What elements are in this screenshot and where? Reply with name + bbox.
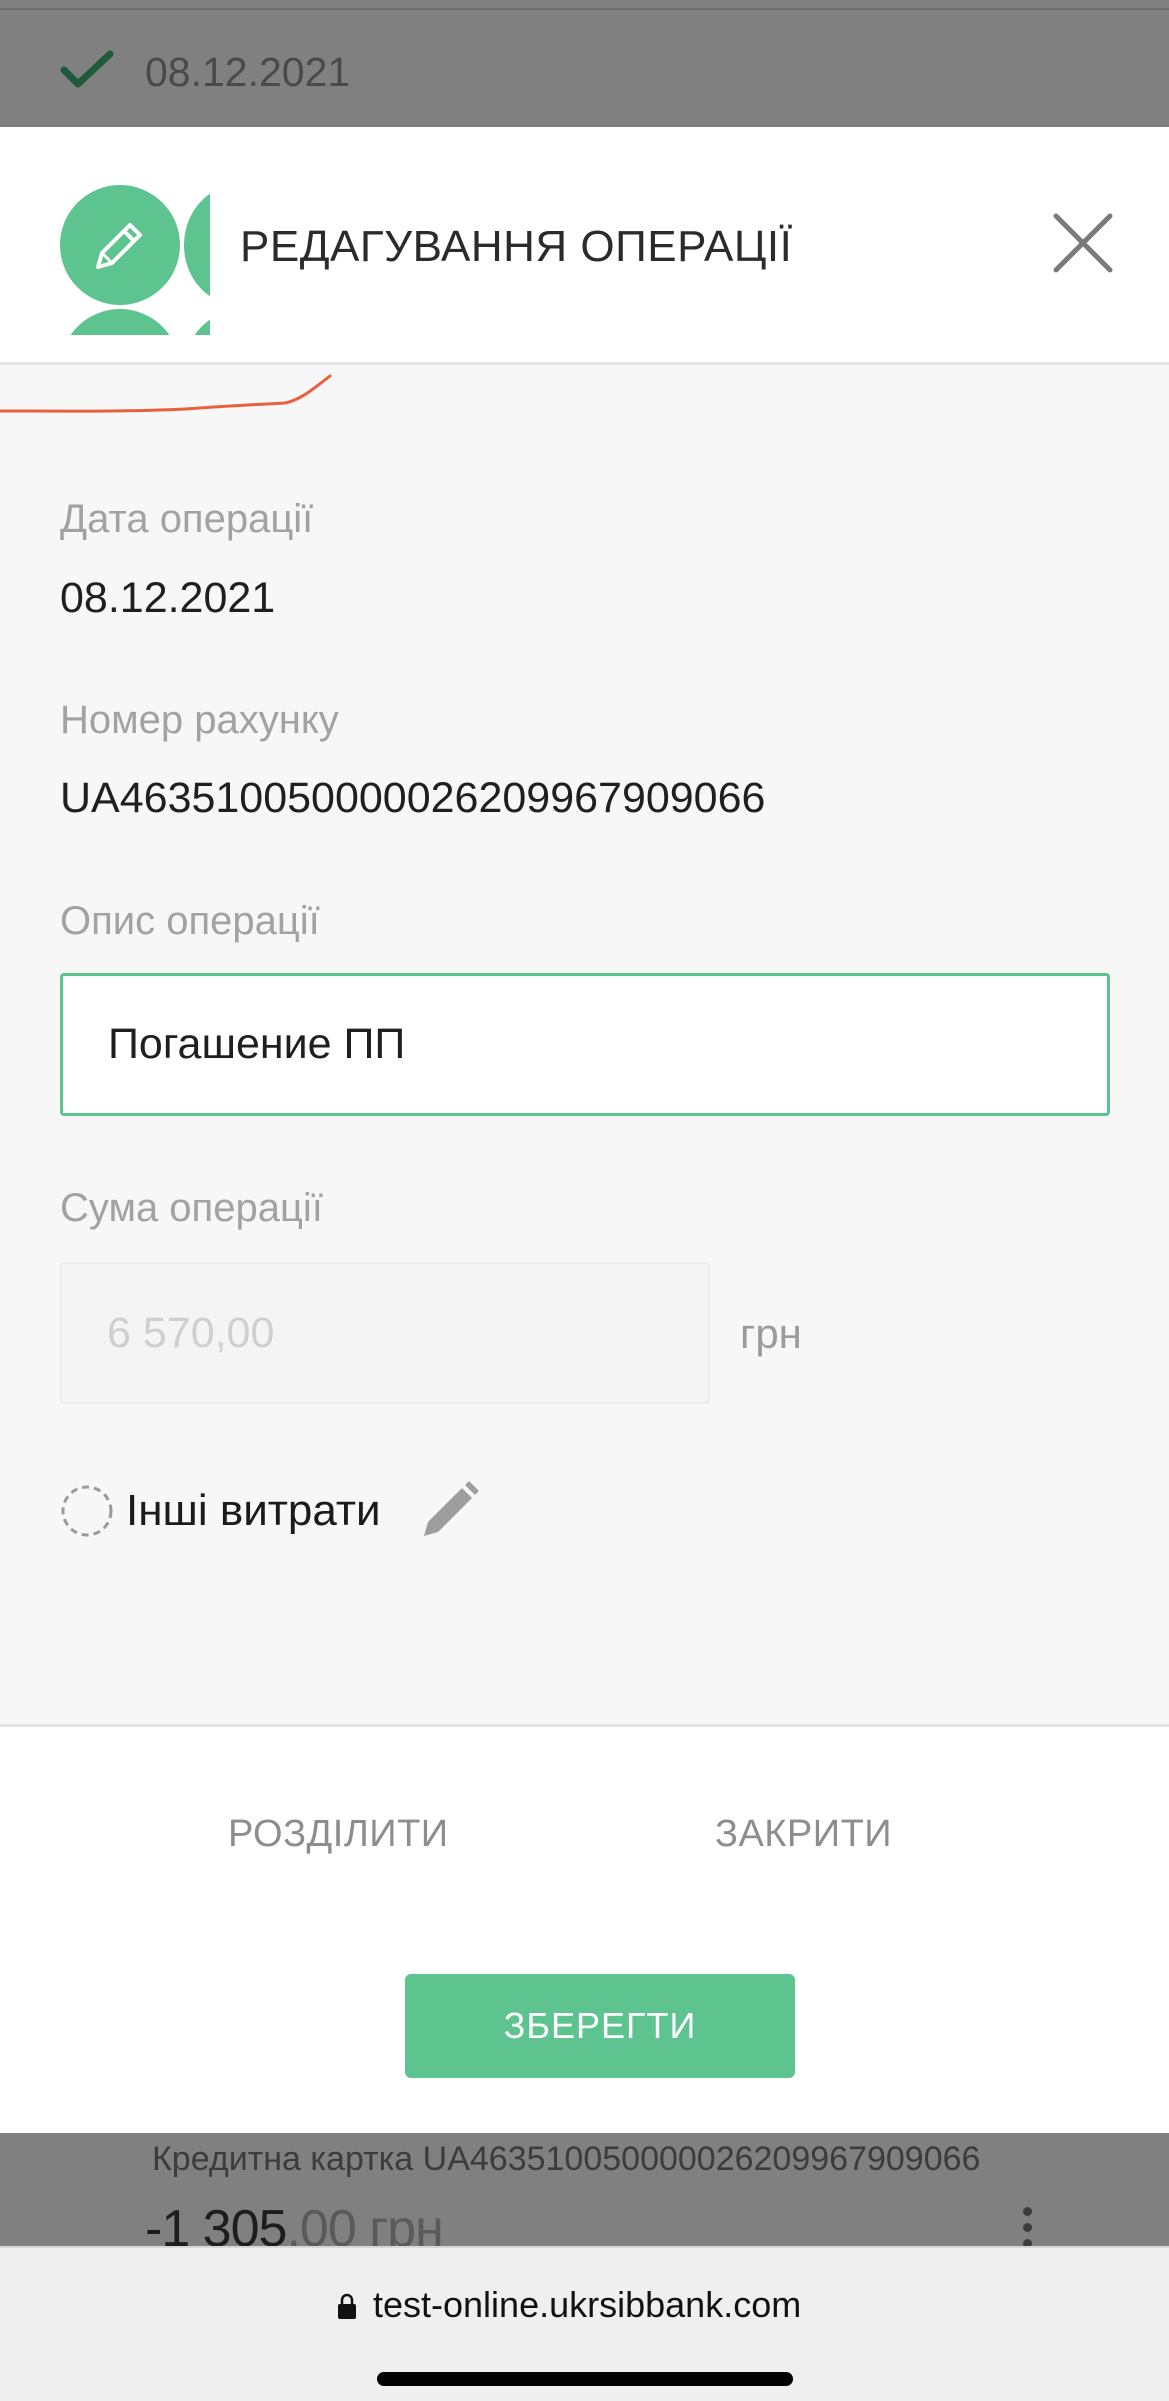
checkmark-icon: [60, 50, 114, 88]
sum-label: Сума операції: [60, 1186, 323, 1230]
split-button[interactable]: РОЗДІЛИТИ: [228, 1811, 449, 1857]
date-value: 08.12.2021: [60, 574, 276, 622]
account-value: UA463510050000026209967909066: [60, 774, 766, 822]
background-divider: [0, 8, 1169, 10]
background-card-number: Кредитна картка UA4635100500000262099679…: [152, 2140, 981, 2178]
close-icon[interactable]: [1050, 210, 1116, 276]
background-operation-row-top: 08.12.2021: [0, 0, 1169, 127]
browser-url[interactable]: test-online.ukrsibbank.com: [373, 2284, 801, 2326]
home-indicator: [377, 2372, 793, 2386]
description-label: Опис операції: [60, 899, 320, 943]
description-input[interactable]: [60, 973, 1110, 1116]
currency-label: грн: [740, 1310, 802, 1357]
lock-icon: [338, 2293, 356, 2319]
edit-operation-modal: РЕДАГУВАННЯ ОПЕРАЦІЇ Дата операції 08.12…: [0, 127, 1169, 2133]
category-label[interactable]: Інші витрати: [126, 1484, 381, 1538]
modal-header: РЕДАГУВАННЯ ОПЕРАЦІЇ: [0, 127, 1169, 365]
date-label: Дата операції: [60, 497, 314, 541]
close-button[interactable]: ЗАКРИТИ: [715, 1811, 892, 1857]
edit-category-icon[interactable]: [418, 1480, 480, 1542]
browser-address-bar[interactable]: test-online.ukrsibbank.com: [0, 2246, 1169, 2401]
category-icon[interactable]: [60, 1484, 114, 1538]
sum-input[interactable]: [60, 1262, 710, 1404]
save-button[interactable]: ЗБЕРЕГТИ: [405, 1974, 795, 2078]
modal-title: РЕДАГУВАННЯ ОПЕРАЦІЇ: [240, 222, 793, 271]
pencil-icon: [96, 223, 142, 269]
modal-footer: РОЗДІЛИТИ ЗАКРИТИ ЗБЕРЕГТИ: [0, 1724, 1169, 2133]
decorative-red-line: [0, 374, 332, 413]
background-date: 08.12.2021: [145, 49, 351, 95]
account-label: Номер рахунку: [60, 698, 339, 742]
edit-operation-icon: [60, 185, 210, 335]
